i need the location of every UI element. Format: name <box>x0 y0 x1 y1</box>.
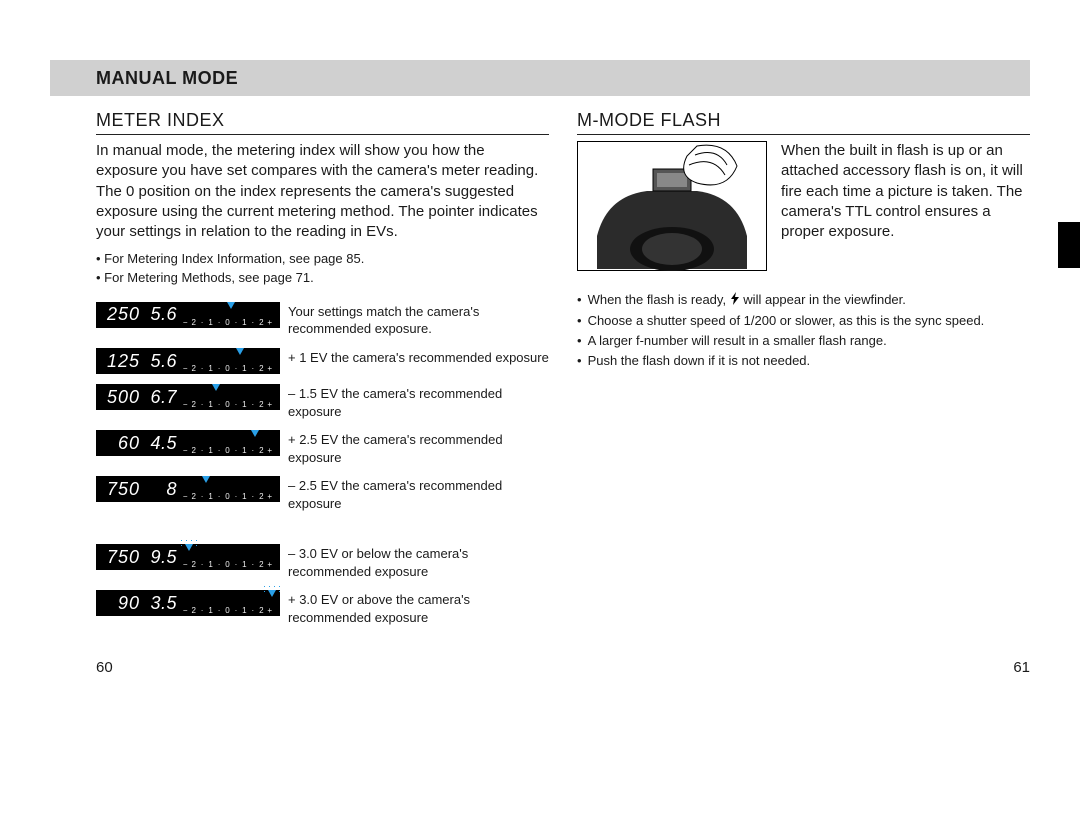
aperture-value: 6.7 <box>143 387 179 408</box>
manual-page: MANUAL MODE METER INDEX In manual mode, … <box>0 0 1080 826</box>
m-mode-flash-section: M-MODE FLASH <box>577 110 1030 627</box>
shutter-value: 125 <box>96 351 143 372</box>
meter-row-description: + 1 EV the camera's recommended exposure <box>288 348 549 367</box>
header-bar: MANUAL MODE <box>50 60 1030 96</box>
ev-scale: −2·1·0·1·2+ <box>181 544 280 570</box>
flash-note-line: Choose a shutter speed of 1/200 or slowe… <box>577 311 1030 331</box>
meter-row: 5006.7−2·1·0·1·2+ – 1.5 EV the camera's r… <box>96 384 549 420</box>
ev-pointer-icon <box>227 302 235 309</box>
shutter-value: 500 <box>96 387 143 408</box>
flash-notes: When the flash is ready, will appear in … <box>577 290 1030 372</box>
meter-row: 903.5−2·1·0·1·2+ + 3.0 EV or above the ca… <box>96 590 549 626</box>
flash-intro-paragraph: When the built in flash is up or an atta… <box>781 141 1030 242</box>
meter-row-description: Your settings match the camera's recomme… <box>288 302 549 338</box>
meter-row: 7508−2·1·0·1·2+ – 2.5 EV the camera's rec… <box>96 476 549 512</box>
viewfinder-readout: 7508−2·1·0·1·2+ <box>96 476 280 502</box>
viewfinder-readout: 604.5−2·1·0·1·2+ <box>96 430 280 456</box>
aperture-value: 9.5 <box>143 547 179 568</box>
m-mode-flash-heading: M-MODE FLASH <box>577 110 1030 135</box>
viewfinder-readout: 903.5−2·1·0·1·2+ <box>96 590 280 616</box>
viewfinder-readout: 1255.6−2·1·0·1·2+ <box>96 348 280 374</box>
flash-ready-post: will appear in the viewfinder. <box>743 292 906 307</box>
flash-ready-pre: When the flash is ready, <box>588 292 730 307</box>
shutter-value: 250 <box>96 304 143 325</box>
ev-pointer-icon <box>268 590 276 597</box>
meter-row-description: + 3.0 EV or above the camera's recommend… <box>288 590 549 626</box>
page-number-left: 60 <box>96 659 113 676</box>
meter-index-notes: For Metering Index Information, see page… <box>96 250 549 288</box>
shutter-value: 90 <box>96 593 143 614</box>
ev-scale: −2·1·0·1·2+ <box>181 590 280 616</box>
page-numbers: 60 61 <box>96 659 1030 676</box>
thumb-tab <box>1058 222 1080 268</box>
note-line: For Metering Index Information, see page… <box>96 250 549 269</box>
meter-row-description: – 1.5 EV the camera's recommended exposu… <box>288 384 549 420</box>
ev-scale: −2·1·0·1·2+ <box>181 430 280 456</box>
meter-row: 2505.6−2·1·0·1·2+ Your settings match the… <box>96 302 549 338</box>
flash-note-line: Push the flash down if it is not needed. <box>577 351 1030 371</box>
flash-illustration <box>577 141 767 276</box>
ev-pointer-icon <box>251 430 259 437</box>
ev-scale: −2·1·0·1·2+ <box>181 302 280 328</box>
meter-row: 1255.6−2·1·0·1·2+ + 1 EV the camera's rec… <box>96 348 549 374</box>
flash-intro-row: When the built in flash is up or an atta… <box>577 141 1030 276</box>
meter-row-description: – 3.0 EV or below the camera's recommend… <box>288 544 549 580</box>
viewfinder-readout: 5006.7−2·1·0·1·2+ <box>96 384 280 410</box>
viewfinder-readout: 7509.5−2·1·0·1·2+ <box>96 544 280 570</box>
aperture-value: 5.6 <box>143 351 179 372</box>
meter-index-paragraph: In manual mode, the metering index will … <box>96 141 549 242</box>
ev-pointer-icon <box>236 348 244 355</box>
shutter-value: 750 <box>96 547 143 568</box>
meter-row-description: + 2.5 EV the camera's recommended exposu… <box>288 430 549 466</box>
flash-bolt-icon <box>730 291 740 311</box>
viewfinder-readout: 2505.6−2·1·0·1·2+ <box>96 302 280 328</box>
meter-readout-list: 2505.6−2·1·0·1·2+Your settings match the… <box>96 302 549 627</box>
note-line: For Metering Methods, see page 71. <box>96 269 549 288</box>
meter-row: 7509.5−2·1·0·1·2+ – 3.0 EV or below the c… <box>96 544 549 580</box>
meter-row: 604.5−2·1·0·1·2+ + 2.5 EV the camera's re… <box>96 430 549 466</box>
ev-pointer-icon <box>202 476 210 483</box>
aperture-value: 8 <box>143 479 179 500</box>
flash-ready-note: When the flash is ready, will appear in … <box>577 290 1030 311</box>
ev-scale: −2·1·0·1·2+ <box>181 384 280 410</box>
ev-pointer-icon <box>185 544 193 551</box>
meter-row-description: – 2.5 EV the camera's recommended exposu… <box>288 476 549 512</box>
shutter-value: 750 <box>96 479 143 500</box>
ev-pointer-icon <box>212 384 220 391</box>
flash-note-line: A larger f-number will result in a small… <box>577 331 1030 351</box>
aperture-value: 4.5 <box>143 433 179 454</box>
meter-index-heading: METER INDEX <box>96 110 549 135</box>
ev-scale: −2·1·0·1·2+ <box>181 476 280 502</box>
aperture-value: 5.6 <box>143 304 179 325</box>
content-columns: METER INDEX In manual mode, the metering… <box>50 110 1030 627</box>
meter-index-section: METER INDEX In manual mode, the metering… <box>96 110 549 627</box>
page-title: MANUAL MODE <box>50 68 238 89</box>
ev-scale: −2·1·0·1·2+ <box>181 348 280 374</box>
shutter-value: 60 <box>96 433 143 454</box>
aperture-value: 3.5 <box>143 593 179 614</box>
page-number-right: 61 <box>1013 659 1030 676</box>
